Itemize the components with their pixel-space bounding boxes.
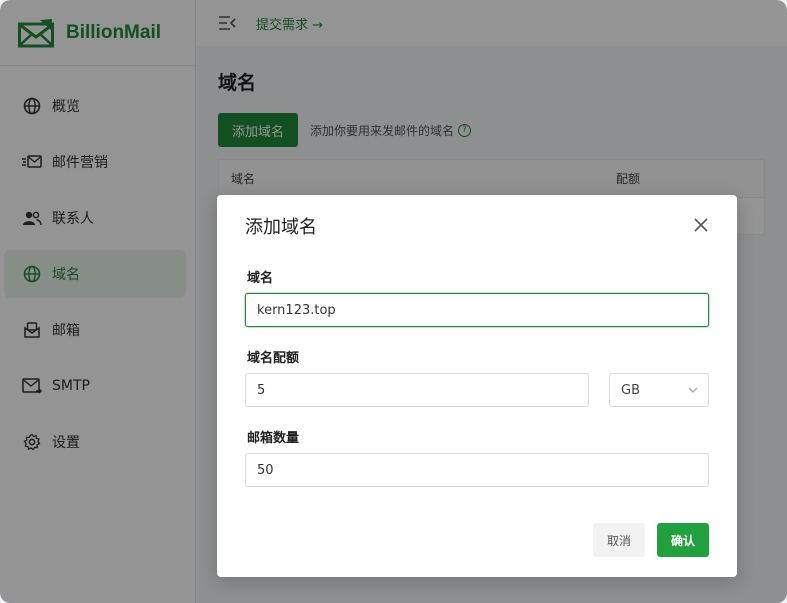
app-window: BillionMail 概览 邮件营销 联系人 域名 邮箱 SMTP 设置 提交… bbox=[0, 0, 787, 603]
mailbox-count-input[interactable] bbox=[245, 453, 709, 487]
confirm-button[interactable]: 确认 bbox=[657, 523, 709, 557]
cancel-button[interactable]: 取消 bbox=[593, 523, 645, 557]
dialog-title: 添加域名 bbox=[245, 217, 317, 238]
mailbox-count-label: 邮箱数量 bbox=[247, 431, 300, 446]
domain-input[interactable] bbox=[245, 293, 709, 327]
domain-label: 域名 bbox=[247, 271, 274, 286]
close-icon[interactable] bbox=[693, 217, 709, 233]
quota-unit-value: GB bbox=[621, 382, 640, 398]
chevron-down-icon bbox=[688, 387, 698, 393]
quota-unit-select[interactable]: GB bbox=[609, 373, 709, 407]
quota-label: 域名配额 bbox=[247, 351, 300, 366]
quota-input[interactable] bbox=[245, 373, 589, 407]
add-domain-dialog: 添加域名 域名 域名配额 GB 邮箱数量 取消 确认 bbox=[217, 195, 737, 577]
